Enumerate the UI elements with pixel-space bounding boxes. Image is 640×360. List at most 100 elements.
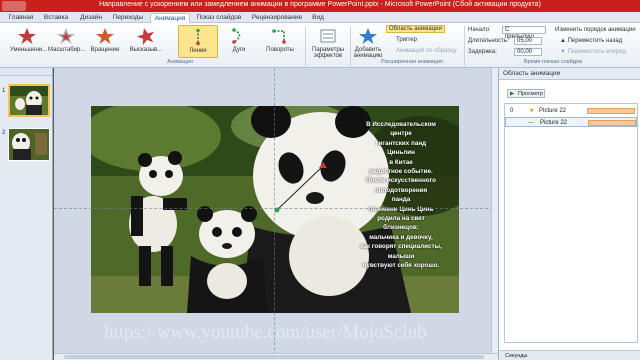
animation-pane-button[interactable]: Область анимации bbox=[386, 25, 445, 33]
play-label: Просмотр bbox=[518, 91, 544, 97]
star-icon: ★ bbox=[529, 108, 535, 114]
add-animation-label: Добавить анимацию bbox=[353, 47, 383, 59]
animation-pane-title: Область анимации bbox=[499, 68, 640, 80]
slide-number: 1 bbox=[2, 88, 6, 94]
start-select[interactable]: С предыдущ... bbox=[502, 26, 546, 40]
effect-label: Дуги bbox=[232, 47, 246, 53]
slide-text-line: по имени Цинь Цинь bbox=[368, 205, 434, 213]
slides-pane: 1 2 bbox=[0, 68, 53, 360]
turns-path-icon bbox=[272, 29, 286, 44]
animation-item-name: Picture 22 bbox=[539, 108, 567, 114]
play-icon: ▶ bbox=[510, 91, 515, 97]
animation-item-number: 0 bbox=[510, 108, 514, 114]
add-animation-star-icon bbox=[359, 28, 377, 44]
group-label-timing: Время показа слайдов bbox=[523, 59, 583, 65]
move-forward-label: Переместить вперед bbox=[567, 49, 626, 55]
horizontal-scrollbar[interactable] bbox=[54, 353, 498, 360]
effect-label: Уменьшени... bbox=[10, 47, 48, 53]
reorder-title: Изменить порядок анимации bbox=[555, 27, 636, 33]
horizontal-guide[interactable] bbox=[54, 208, 498, 209]
move-back-button[interactable]: ▲ Переместить назад bbox=[560, 38, 622, 44]
effect-options-label: Параметры эффектов bbox=[312, 47, 344, 59]
motion-path-icon: — bbox=[528, 120, 534, 126]
move-back-label: Переместить назад bbox=[567, 38, 623, 44]
lines-path-icon bbox=[196, 28, 200, 46]
group-label-advanced: Расширенная анимация bbox=[381, 59, 443, 65]
slide-text-line: панда bbox=[391, 196, 411, 204]
slide-editor: В Исследовательском центре гигантских па… bbox=[54, 68, 498, 360]
vertical-guide[interactable] bbox=[274, 68, 275, 360]
slide-text-line: В Исследовательском bbox=[366, 121, 436, 128]
slide-text-line: чувствуют себя хорошо. bbox=[362, 262, 440, 270]
group-label-animation: Анимация bbox=[167, 59, 193, 65]
add-animation-button[interactable]: Добавить анимацию bbox=[352, 25, 384, 59]
slide-text-line: гигантских панд bbox=[375, 139, 427, 147]
effect-lines[interactable]: Линии bbox=[178, 25, 218, 58]
group-separator bbox=[305, 26, 306, 66]
tab-design[interactable]: Дизайн bbox=[76, 13, 106, 23]
trigger-button[interactable]: Триггер bbox=[396, 37, 417, 43]
slide-canvas[interactable]: В Исследовательском центре гигантских па… bbox=[91, 106, 459, 313]
animation-item[interactable]: — Picture 22 bbox=[505, 117, 637, 127]
effect-label: Линии bbox=[189, 48, 207, 54]
slide-number: 2 bbox=[2, 130, 6, 136]
play-button[interactable]: ▶ Просмотр bbox=[507, 89, 545, 98]
effect-label: Высказыв... bbox=[129, 47, 163, 53]
group-separator bbox=[464, 26, 465, 66]
effect-arcs[interactable]: Дуги bbox=[222, 25, 256, 58]
effect-teeter[interactable]: Высказыв... bbox=[126, 25, 166, 58]
scrollbar-thumb[interactable] bbox=[64, 355, 484, 359]
timeline-bar[interactable] bbox=[587, 108, 635, 114]
start-label: Начало: bbox=[468, 27, 491, 33]
slides-pane-header bbox=[0, 68, 52, 76]
slide-text-line: После искусственного bbox=[365, 177, 437, 185]
slide-text-line: оплодотворения bbox=[374, 186, 428, 194]
seconds-label: Секунды bbox=[505, 353, 528, 359]
effect-spin[interactable]: Вращение bbox=[88, 25, 122, 58]
delay-input[interactable]: 00,00 bbox=[514, 48, 542, 56]
slide-text-line: радостное событие. bbox=[369, 168, 433, 176]
slide-text-line: Циньлин bbox=[387, 149, 415, 157]
slide-thumbnail-2[interactable] bbox=[8, 128, 50, 161]
ribbon-tabs: Главная Вставка Дизайн Переходы Анимация… bbox=[0, 12, 640, 23]
spin-star-icon bbox=[96, 28, 114, 44]
vertical-scrollbar[interactable] bbox=[491, 68, 498, 353]
slide-text-line: центре bbox=[390, 130, 412, 138]
duration-label: Длительность: bbox=[468, 38, 509, 44]
duration-input[interactable]: 05,00 bbox=[514, 37, 542, 45]
effect-label: Повороты bbox=[266, 47, 294, 53]
effect-options-icon bbox=[320, 29, 336, 43]
animation-pane: Область анимации ▶ Просмотр 0 ★ Picture … bbox=[498, 68, 640, 360]
move-forward-button[interactable]: ▼ Переместить вперед bbox=[560, 49, 626, 55]
slide-text-line: родила на свет bbox=[377, 215, 425, 223]
slide-text-box[interactable]: В Исследовательском центре гигантских па… bbox=[347, 120, 455, 271]
shrink-star-icon bbox=[18, 28, 36, 44]
slide-thumbnail-image bbox=[10, 86, 48, 115]
slide-text-line: в Китае bbox=[389, 158, 413, 166]
animation-painter-button[interactable]: Анимация по образцу bbox=[396, 48, 457, 54]
effect-zoom[interactable]: Масштабир... bbox=[48, 25, 86, 58]
animation-item[interactable]: 0 ★ Picture 22 bbox=[505, 106, 637, 116]
arcs-path-icon bbox=[232, 28, 241, 44]
window-title: Направление с ускорением или замедлением… bbox=[99, 1, 541, 8]
seconds-bar[interactable]: Секунды bbox=[499, 350, 640, 360]
watermark-text: https://www.youtube.com/user/MojoSclub bbox=[104, 322, 427, 343]
timeline-bar[interactable] bbox=[588, 120, 636, 126]
group-separator bbox=[350, 26, 351, 66]
effect-label: Масштабир... bbox=[48, 47, 86, 53]
tab-review[interactable]: Рецензирование bbox=[248, 13, 306, 23]
tab-slideshow[interactable]: Показ слайдов bbox=[194, 13, 244, 23]
tab-home[interactable]: Главная bbox=[6, 13, 36, 23]
zoom-star-icon bbox=[57, 28, 75, 44]
slide-text-line: близнецов: bbox=[383, 224, 419, 232]
slide-thumbnail-1[interactable] bbox=[8, 84, 50, 117]
tab-transitions[interactable]: Переходы bbox=[110, 13, 146, 23]
tab-animations[interactable]: Анимация bbox=[150, 13, 190, 23]
effect-shrink[interactable]: Уменьшени... bbox=[10, 25, 48, 58]
ribbon: Уменьшени... Масштабир... Вращение Выска… bbox=[0, 23, 640, 68]
teeter-star-icon bbox=[136, 28, 155, 45]
tab-view[interactable]: Вид bbox=[308, 13, 328, 23]
effect-turns[interactable]: Повороты bbox=[260, 25, 300, 58]
effect-options-button[interactable]: Параметры эффектов bbox=[308, 25, 348, 59]
tab-insert[interactable]: Вставка bbox=[40, 13, 72, 23]
